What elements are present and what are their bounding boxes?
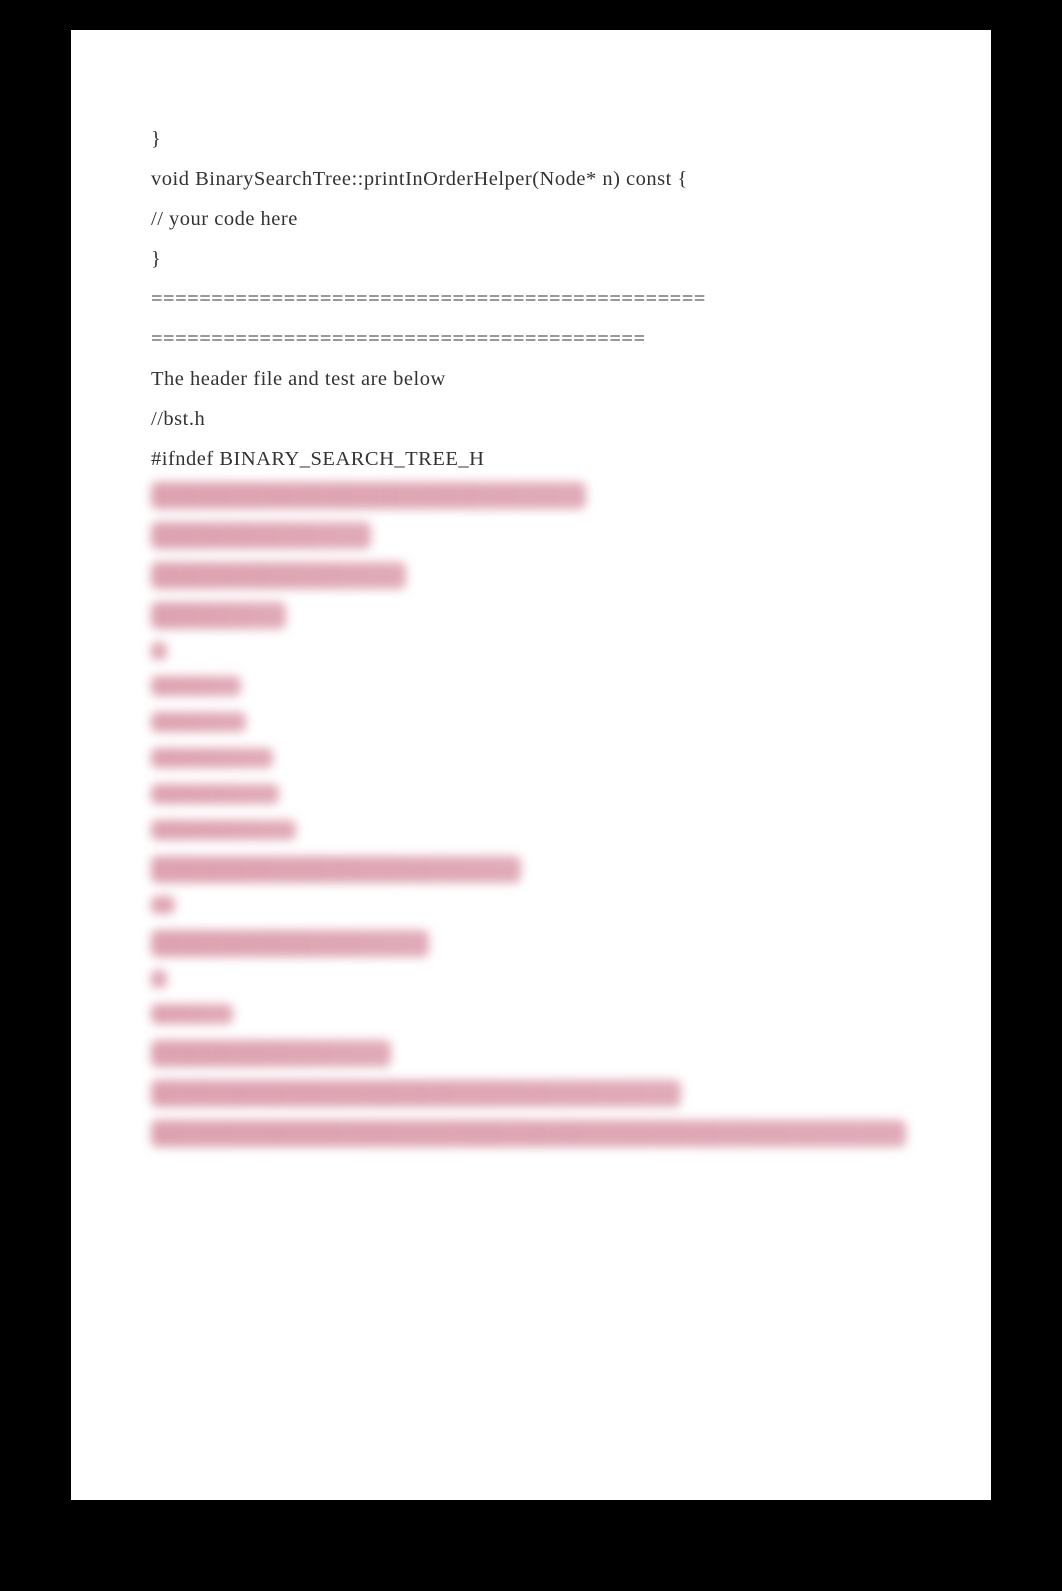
blurred-line: [151, 602, 286, 629]
blurred-line: [151, 930, 429, 957]
code-line: ========================================…: [151, 280, 911, 320]
blurred-content: [151, 482, 911, 1147]
blurred-line: [151, 676, 241, 696]
code-line: //bst.h: [151, 400, 911, 440]
blurred-line: [151, 856, 521, 883]
code-line: }: [151, 120, 911, 160]
code-line: // your code here: [151, 200, 911, 240]
blurred-line: [151, 1080, 681, 1107]
code-line: }: [151, 240, 911, 280]
blurred-line: [151, 970, 167, 988]
blurred-line: [151, 896, 175, 914]
document-page: } void BinarySearchTree::printInOrderHel…: [71, 30, 991, 1500]
blurred-line: [151, 522, 371, 549]
blurred-line: [151, 1040, 391, 1067]
blurred-line: [151, 482, 586, 509]
blurred-line: [151, 712, 246, 732]
blurred-line: [151, 1004, 233, 1024]
blurred-line: [151, 748, 273, 768]
blurred-line: [151, 562, 406, 589]
code-line: void BinarySearchTree::printInOrderHelpe…: [151, 160, 911, 200]
blurred-line: [151, 642, 167, 660]
code-line: #ifndef BINARY_SEARCH_TREE_H: [151, 440, 911, 480]
blurred-line: [151, 784, 279, 804]
blurred-line: [151, 820, 296, 840]
code-content: } void BinarySearchTree::printInOrderHel…: [151, 120, 911, 480]
blurred-line: [151, 1120, 906, 1147]
code-line: ========================================…: [151, 320, 911, 360]
code-line: The header file and test are below: [151, 360, 911, 400]
